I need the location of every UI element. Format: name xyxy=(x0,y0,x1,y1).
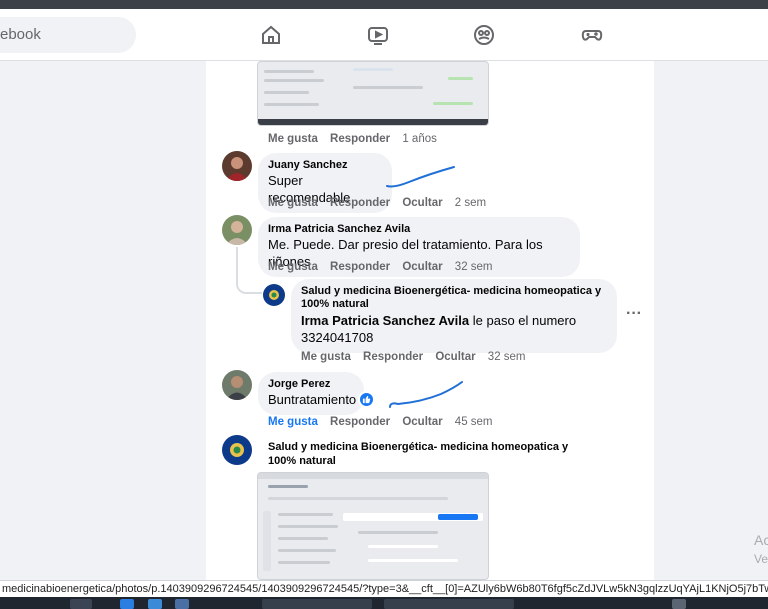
taskbar xyxy=(0,597,768,609)
search-input[interactable]: ebook xyxy=(0,17,136,53)
like-button[interactable]: Me gusta xyxy=(268,261,318,273)
taskbar-app[interactable] xyxy=(384,599,514,609)
video-icon[interactable] xyxy=(364,21,392,49)
comment-time[interactable]: 1 años xyxy=(402,133,437,145)
comment-time[interactable]: 32 sem xyxy=(488,351,526,363)
comment-actions: Me gusta Responder Ocultar 32 sem xyxy=(268,261,502,273)
avatar[interactable] xyxy=(222,215,252,245)
mention-link[interactable]: Irma Patricia Sanchez Avila xyxy=(301,313,469,328)
avatar[interactable] xyxy=(263,284,285,306)
avatar[interactable] xyxy=(222,151,252,181)
taskbar-app[interactable] xyxy=(120,599,134,609)
avatar[interactable] xyxy=(222,435,252,465)
taskbar-app[interactable] xyxy=(262,599,372,609)
taskbar-app[interactable] xyxy=(175,599,189,609)
like-button[interactable]: Me gusta xyxy=(268,416,318,428)
comment-text: Buntratamiento xyxy=(268,392,357,407)
pen-scribble xyxy=(386,166,455,188)
status-bar-url: medicinabioenergetica/photos/p.140390929… xyxy=(0,580,768,597)
comment-actions: Me gusta Responder Ocultar 2 sem xyxy=(268,197,495,209)
avatar[interactable] xyxy=(222,370,252,400)
groups-icon[interactable] xyxy=(470,21,498,49)
comment-actions: Me gusta Responder 1 años xyxy=(268,133,446,145)
home-icon[interactable] xyxy=(257,21,285,49)
post-author[interactable]: Salud y medicina Bioenergética- medicina… xyxy=(268,440,598,468)
reply-text: le paso el numero xyxy=(472,313,577,328)
watermark-line1: Ac xyxy=(754,532,768,548)
hide-button[interactable]: Ocultar xyxy=(402,261,442,273)
comment-text: Irma Patricia Sanchez Avila le paso el n… xyxy=(301,312,607,329)
taskbar-app[interactable] xyxy=(148,599,162,609)
watermark-line2: Ve xyxy=(754,552,768,566)
comment-time[interactable]: 45 sem xyxy=(455,416,493,428)
hide-button[interactable]: Ocultar xyxy=(402,416,442,428)
taskbar-app[interactable] xyxy=(70,599,92,609)
comment-author[interactable]: Jorge Perez xyxy=(268,378,354,391)
comment-time[interactable]: 2 sem xyxy=(455,197,486,209)
hide-button[interactable]: Ocultar xyxy=(435,351,475,363)
gaming-icon[interactable] xyxy=(578,21,606,49)
post-image-screenshot[interactable] xyxy=(257,472,489,580)
taskbar-tray[interactable] xyxy=(672,599,686,609)
comment-author[interactable]: Irma Patricia Sanchez Avila xyxy=(268,223,570,236)
reply-bubble: Salud y medicina Bioenergética- medicina… xyxy=(291,279,617,353)
reply-thread-line xyxy=(236,247,262,294)
more-options-icon[interactable]: ··· xyxy=(626,305,642,323)
comment-image-screenshot[interactable] xyxy=(257,61,489,126)
like-button[interactable]: Me gusta xyxy=(301,351,351,363)
like-button[interactable]: Me gusta xyxy=(268,133,318,145)
window-top-strip xyxy=(0,0,768,9)
comment-author[interactable]: Salud y medicina Bioenergética- medicina… xyxy=(301,285,607,311)
comment-author[interactable]: Juany Sanchez xyxy=(268,159,382,172)
phone-number: 3324041708 xyxy=(301,330,374,345)
pen-scribble xyxy=(389,381,463,408)
comment-time[interactable]: 32 sem xyxy=(455,261,493,273)
reply-button[interactable]: Responder xyxy=(330,416,390,428)
like-button[interactable]: Me gusta xyxy=(268,197,318,209)
top-navigation-bar: ebook xyxy=(0,9,768,61)
comment-bubble: Jorge Perez Buntratamiento xyxy=(258,372,364,415)
reply-button[interactable]: Responder xyxy=(330,133,390,145)
comment-actions: Me gusta Responder Ocultar 45 sem xyxy=(268,416,502,428)
reply-button[interactable]: Responder xyxy=(330,261,390,273)
hide-button[interactable]: Ocultar xyxy=(402,197,442,209)
reply-button[interactable]: Responder xyxy=(363,351,423,363)
comment-actions: Me gusta Responder Ocultar 32 sem xyxy=(301,351,535,363)
reply-button[interactable]: Responder xyxy=(330,197,390,209)
like-reaction-icon[interactable] xyxy=(358,391,375,408)
